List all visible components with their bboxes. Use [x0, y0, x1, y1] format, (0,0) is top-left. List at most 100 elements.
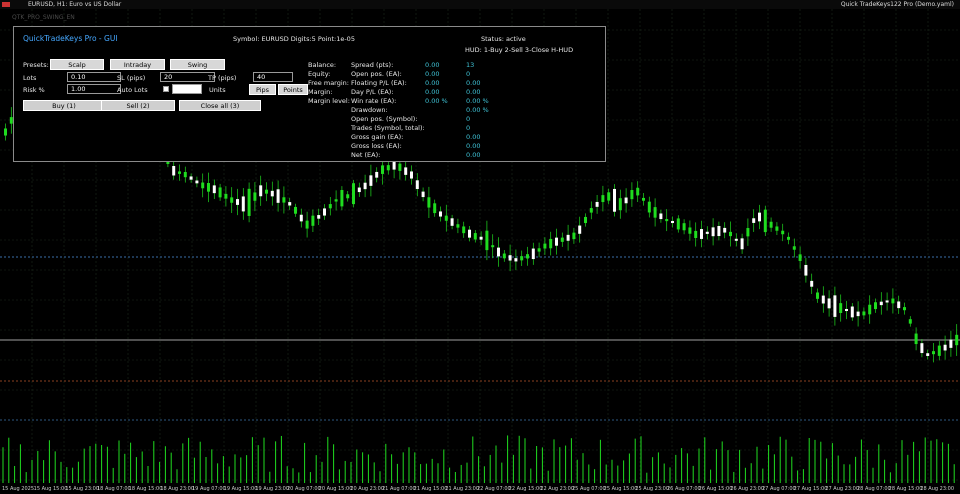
candle-body — [270, 190, 274, 197]
units-field[interactable] — [172, 84, 202, 94]
window-title-right: Quick TradeKeys122 Pro (Demo.yaml) — [840, 1, 954, 8]
stat-label: Drawdown: — [351, 106, 388, 114]
candle-body — [740, 238, 744, 250]
sell-button[interactable]: Sell (2) — [101, 100, 175, 111]
sl-input[interactable]: 20 — [160, 72, 215, 82]
candle-body — [885, 300, 889, 303]
candle-body — [856, 311, 860, 317]
account-label: Equity: — [308, 70, 331, 78]
candle-body — [874, 302, 877, 310]
candle-body — [955, 334, 959, 346]
time-axis-label: 25 Aug 23:00 — [635, 486, 670, 492]
candle-body — [172, 165, 176, 176]
candle-body — [247, 188, 251, 216]
time-axis-label: 26 Aug 23:00 — [730, 486, 765, 492]
risk-input[interactable]: 1.00 — [67, 84, 121, 94]
stat-value: 0.00 % — [466, 106, 489, 114]
autolots-label: Auto Lots — [117, 86, 148, 94]
candle-body — [421, 191, 425, 198]
time-axis-label: 28 Aug 23:00 — [920, 486, 955, 492]
candle-body — [711, 227, 715, 237]
time-axis-label: 28 Aug 07:00 — [857, 486, 891, 492]
points-button[interactable]: Points — [278, 84, 308, 95]
candle-body — [717, 225, 721, 237]
candle-body — [514, 258, 518, 262]
candle-body — [276, 189, 280, 203]
candle-body — [323, 208, 326, 216]
candle-body — [618, 198, 622, 211]
time-axis-label: 25 Aug 07:00 — [572, 486, 606, 492]
candle-body — [630, 190, 634, 200]
candle-body — [479, 236, 483, 240]
candle-body — [578, 225, 582, 234]
candle-body — [636, 187, 640, 196]
preset-scalp-button[interactable]: Scalp — [50, 59, 104, 70]
time-axis: 15 Aug 2025 15 Aug 15:00 15 Aug 23:00 18 Au… — [0, 484, 960, 494]
candle-body — [589, 208, 593, 213]
account-label: Margin: — [308, 88, 333, 96]
candle-body — [346, 194, 350, 199]
stat-label: Win rate (EA): — [351, 97, 397, 105]
presets-label: Presets: — [23, 61, 49, 69]
window-title: EURUSD, H1: Euro vs US Dollar — [28, 1, 122, 8]
autolots-checkbox[interactable] — [163, 86, 169, 92]
time-axis-label: 28 Aug 15:00 — [888, 486, 923, 492]
account-value: 0.00 — [425, 70, 440, 78]
preset-swing-button[interactable]: Swing — [170, 59, 225, 70]
stat-label: Spread (pts): — [351, 61, 394, 69]
time-axis-label: 22 Aug 23:00 — [540, 486, 575, 492]
candle-body — [804, 264, 808, 276]
candle-body — [943, 344, 947, 351]
account-label: Free margin: — [308, 79, 349, 87]
candle-body — [671, 220, 674, 224]
tp-input[interactable]: 40 — [253, 72, 293, 82]
candle-body — [607, 192, 611, 201]
candle-body — [647, 201, 651, 213]
candle-body — [218, 187, 222, 198]
time-axis-label: 26 Aug 15:00 — [698, 486, 733, 492]
candle-body — [868, 304, 872, 315]
pips-button[interactable]: Pips — [249, 84, 276, 95]
candle-body — [798, 254, 802, 261]
stat-label: Floating P/L (EA): — [351, 79, 407, 87]
stat-value: 0.00 — [466, 151, 481, 159]
candle-body — [183, 171, 187, 178]
time-axis-label: 18 Aug 15:00 — [128, 486, 163, 492]
candle-body — [363, 182, 367, 190]
candle-body — [502, 253, 506, 259]
stat-value: 0 — [466, 115, 471, 123]
candle-body — [833, 295, 837, 317]
candle-body — [862, 311, 866, 316]
candle-body — [230, 197, 234, 203]
preset-intraday-button[interactable]: Intraday — [110, 59, 165, 70]
close-all-button[interactable]: Close all (3) — [179, 100, 261, 111]
candle-body — [415, 180, 419, 190]
candle-body — [879, 301, 883, 306]
candle-body — [328, 204, 332, 209]
time-axis-label: 15 Aug 15:00 — [33, 486, 68, 492]
candle-body — [508, 255, 512, 261]
time-axis-label: 15 Aug 2025 — [2, 486, 35, 492]
candle-body — [294, 206, 297, 214]
time-axis-label: 20 Aug 07:00 — [287, 486, 321, 492]
candle-body — [369, 175, 373, 186]
stat-value: 0.00 — [466, 88, 481, 96]
buy-button[interactable]: Buy (1) — [23, 100, 105, 111]
candle-body — [433, 203, 437, 214]
candle-body — [497, 247, 500, 257]
time-axis-label: 20 Aug 23:00 — [350, 486, 385, 492]
candle-body — [439, 211, 442, 217]
lots-input[interactable]: 0.10 — [67, 72, 121, 82]
stat-value: 0 — [466, 70, 471, 78]
candle-body — [195, 180, 199, 184]
candle-body — [781, 230, 785, 235]
candle-body — [491, 245, 495, 248]
time-axis-label: 27 Aug 23:00 — [825, 486, 860, 492]
candle-body — [723, 227, 727, 233]
candle-body — [392, 162, 396, 170]
time-axis-label: 27 Aug 15:00 — [793, 486, 828, 492]
account-value: 0.00 — [425, 61, 440, 69]
candle-body — [903, 307, 906, 311]
time-axis-label: 19 Aug 23:00 — [255, 486, 290, 492]
candle-body — [746, 228, 750, 237]
